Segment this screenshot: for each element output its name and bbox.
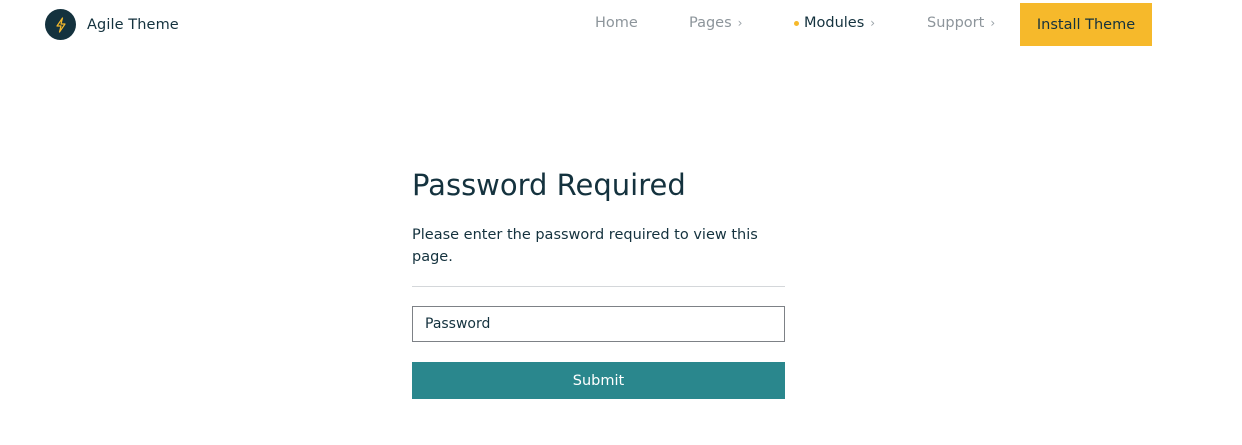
- nav-item-support[interactable]: Support ›: [927, 15, 995, 31]
- nav-item-modules-label: Modules: [804, 15, 865, 31]
- brand-logo: [45, 9, 76, 40]
- install-theme-button[interactable]: Install Theme: [1020, 3, 1152, 46]
- nav-item-pages[interactable]: Pages ›: [689, 15, 742, 31]
- password-form-section: Password Required Please enter the passw…: [412, 166, 785, 399]
- page-description: Please enter the password required to vi…: [412, 227, 758, 265]
- nav-item-support-label: Support: [927, 15, 985, 31]
- page-title: Password Required: [412, 168, 686, 202]
- nav-item-home[interactable]: Home: [595, 15, 638, 31]
- site-header: Agile Theme Home Pages › Modules › Suppo…: [0, 0, 1242, 50]
- password-input[interactable]: [412, 306, 785, 342]
- brand-name: Agile Theme: [87, 16, 179, 33]
- lightning-bolt-icon: [55, 16, 66, 33]
- submit-button[interactable]: Submit: [412, 362, 785, 399]
- chevron-right-icon: ›: [990, 16, 996, 30]
- chevron-right-icon: ›: [737, 16, 743, 30]
- divider: [412, 286, 785, 287]
- brand-home-link[interactable]: Agile Theme: [45, 9, 179, 40]
- nav-item-modules[interactable]: Modules ›: [794, 15, 875, 31]
- chevron-right-icon: ›: [870, 16, 876, 30]
- active-indicator-dot: [794, 20, 799, 26]
- nav-item-home-label: Home: [595, 15, 638, 31]
- nav-item-pages-label: Pages: [689, 15, 732, 31]
